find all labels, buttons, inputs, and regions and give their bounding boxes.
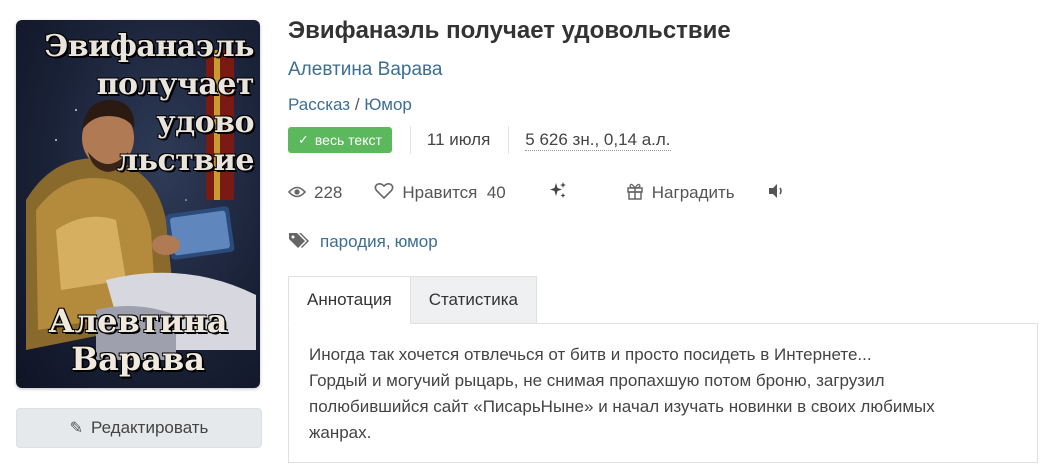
- stats-row: 228 Нравится 40 Наградить: [287, 180, 1038, 206]
- annotation-line: жанрах.: [309, 423, 372, 442]
- like-button[interactable]: Нравится 40: [374, 182, 506, 205]
- book-cover-column: Эвифанаэль получает удово льствие Алевти…: [16, 20, 262, 448]
- views-stat: 228: [287, 183, 343, 204]
- book-meta: ✓ весь текст 11 июля 5 626 зн., 0,14 а.л…: [288, 126, 1038, 154]
- tag-separator: ,: [385, 232, 391, 251]
- author-link[interactable]: Алевтина Варава: [288, 58, 1038, 82]
- genre-breadcrumb: Рассказ / Юмор: [288, 94, 1038, 116]
- divider: [409, 126, 411, 154]
- tag-link-humor[interactable]: юмор: [395, 232, 438, 252]
- tab-statistics[interactable]: Статистика: [410, 276, 537, 324]
- book-cover[interactable]: Эвифанаэль получает удово льствие Алевти…: [16, 20, 260, 388]
- genre-separator: /: [350, 95, 365, 114]
- book-size[interactable]: 5 626 зн., 0,14 а.л.: [525, 130, 671, 151]
- speaker-icon: [767, 183, 785, 204]
- genre-link-humor[interactable]: Юмор: [364, 95, 412, 114]
- reward-button[interactable]: Наградить: [626, 182, 735, 205]
- like-count: 40: [486, 183, 506, 202]
- edit-button-label: Редактировать: [90, 418, 209, 437]
- tab-annotation[interactable]: Аннотация: [288, 276, 411, 324]
- cover-author-text: Алевтина Варава: [48, 302, 228, 378]
- sparkle-button[interactable]: [548, 181, 576, 206]
- tags-row: пародия, юмор: [288, 230, 1038, 254]
- genre-link-story[interactable]: Рассказ: [288, 95, 350, 114]
- eye-icon: [287, 183, 307, 204]
- reward-label: Наградить: [651, 183, 735, 202]
- book-title: Эвифанаэль получает удовольствие: [288, 17, 731, 44]
- annotation-line: полюбившийся сайт «ПисарьНыне» и начал и…: [309, 397, 935, 416]
- heart-icon: [374, 182, 394, 205]
- annotation-panel: Иногда так хочется отвлечься от битв и п…: [288, 323, 1038, 463]
- like-label: Нравится: [402, 183, 478, 202]
- status-badge-label: весь текст: [314, 132, 382, 148]
- check-icon: ✓: [298, 132, 309, 147]
- edit-button[interactable]: ✎ Редактировать: [16, 408, 262, 448]
- status-badge: ✓ весь текст: [288, 127, 392, 153]
- views-count: 228: [314, 183, 343, 202]
- tab-bar: Аннотация Статистика: [288, 276, 1038, 324]
- sparkles-icon: [548, 181, 568, 206]
- audio-button[interactable]: [767, 183, 793, 204]
- pencil-icon: ✎: [69, 420, 83, 437]
- tags-icon: [288, 231, 312, 254]
- tag-link-parody[interactable]: пародия: [320, 232, 386, 252]
- annotation-line: Иногда так хочется отвлечься от битв и п…: [309, 345, 872, 364]
- annotation-line: Гордый и могучий рыцарь, не снимая пропа…: [309, 371, 885, 390]
- cover-title-text: Эвифанаэль получает удово льствие: [44, 29, 254, 178]
- gift-icon: [626, 182, 644, 205]
- divider: [508, 126, 510, 154]
- publish-date: 11 июля: [426, 130, 491, 149]
- book-details: Эвифанаэль получает удовольствие Алевтин…: [287, 16, 1038, 463]
